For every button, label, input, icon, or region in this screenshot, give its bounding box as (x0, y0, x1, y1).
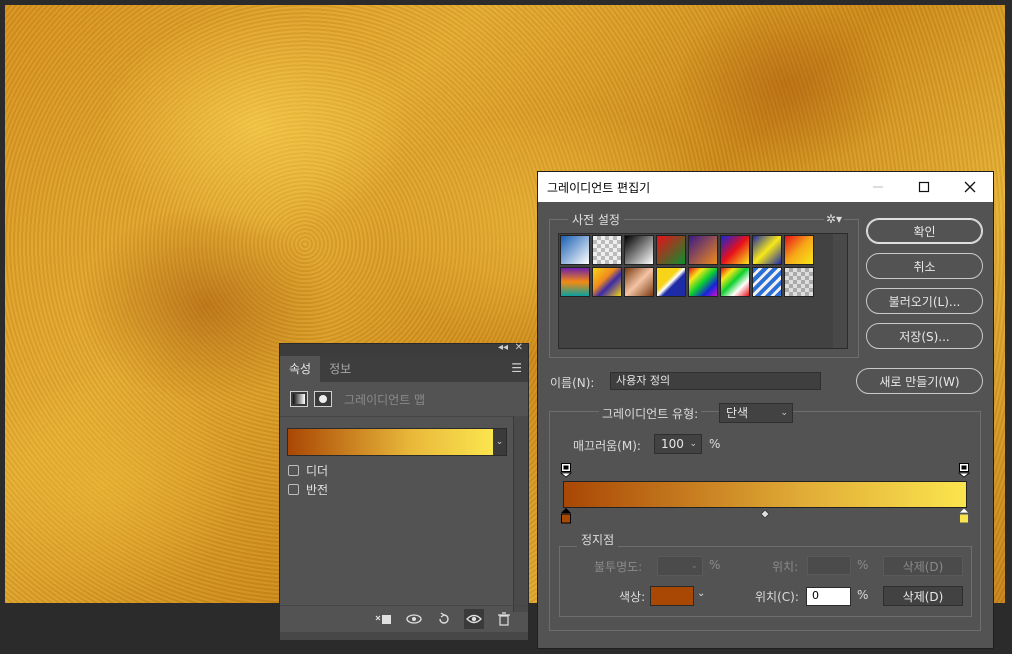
presets-scrollbar[interactable] (833, 234, 847, 348)
name-label: 이름(N): (550, 376, 595, 390)
view-previous-state-icon[interactable] (404, 609, 424, 629)
tab-info[interactable]: 정보 (320, 356, 360, 382)
opacity-label: 불투명도: (594, 560, 643, 574)
preset-swatch[interactable] (720, 267, 750, 297)
smoothness-label: 매끄러움(M): (573, 439, 641, 453)
preset-swatch[interactable] (784, 235, 814, 265)
opacity-select[interactable]: ⌄ (657, 556, 703, 576)
delete-opacity-stop-button[interactable]: 삭제(D) (883, 556, 963, 576)
preset-swatch[interactable] (784, 267, 814, 297)
panel-menu-icon[interactable]: ☰ (511, 362, 522, 374)
preset-swatch[interactable] (752, 235, 782, 265)
adjustment-header: 그레이디언트 맵 (280, 382, 528, 417)
presets-label: 사전 설정 (568, 211, 624, 228)
trash-icon[interactable] (494, 609, 514, 629)
opacity-location-percent: % (857, 558, 869, 572)
opacity-location-field[interactable] (807, 556, 851, 575)
preset-swatch[interactable] (720, 235, 750, 265)
gradient-type-label: 그레이디언트 유형: (599, 405, 702, 422)
name-field[interactable]: 사용자 정의 (610, 372, 821, 390)
gradient-preview[interactable] (288, 429, 493, 455)
panel-tabs: 속성 정보 ☰ (280, 356, 528, 382)
checkbox-box[interactable] (288, 484, 299, 495)
chevron-down-icon: ⌄ (689, 439, 697, 449)
checkbox-box[interactable] (288, 465, 299, 476)
color-swatch[interactable] (650, 586, 694, 606)
preset-swatch[interactable] (624, 235, 654, 265)
preset-swatch[interactable] (752, 267, 782, 297)
layer-mask-icon[interactable] (314, 391, 332, 407)
opacity-stop-right[interactable] (957, 462, 971, 481)
clip-to-layer-icon[interactable] (374, 609, 394, 629)
tab-properties[interactable]: 속성 (280, 356, 321, 382)
maximize-icon[interactable] (901, 172, 947, 202)
panel-resize-grip[interactable] (280, 632, 528, 640)
reverse-checkbox[interactable]: 반전 (288, 481, 328, 498)
cancel-button[interactable]: 취소 (866, 253, 983, 279)
save-button[interactable]: 저장(S)... (866, 323, 983, 349)
panel-footer (280, 605, 528, 631)
opacity-stop-left[interactable] (559, 462, 573, 481)
preset-swatch[interactable] (688, 267, 718, 297)
preset-swatch[interactable] (592, 235, 622, 265)
dither-checkbox[interactable]: 디더 (288, 462, 328, 479)
panel-scrollbar[interactable] (513, 416, 528, 612)
color-label: 색상: (619, 590, 646, 604)
gradient-type-value: 단색 (726, 406, 749, 420)
midpoint-diamond[interactable] (760, 507, 770, 521)
reset-icon[interactable] (434, 609, 454, 629)
adjustment-label: 그레이디언트 맵 (344, 392, 426, 407)
close-icon[interactable] (947, 172, 993, 202)
preset-swatch[interactable] (560, 267, 590, 297)
reverse-label: 반전 (306, 483, 329, 497)
ok-button[interactable]: 확인 (866, 218, 983, 244)
dialog-titlebar[interactable]: 그레이디언트 편집기 (538, 172, 993, 202)
gradient-map-icon (290, 391, 308, 407)
opacity-percent: % (709, 558, 721, 572)
chevron-down-icon: ⌄ (780, 408, 788, 418)
dialog-title: 그레이디언트 편집기 (547, 180, 651, 195)
gear-icon[interactable]: ✲▾ (823, 212, 844, 226)
panel-topbar: ◂◂ ✕ (280, 342, 528, 356)
smoothness-select[interactable]: 100 ⌄ (654, 434, 702, 454)
dither-label: 디더 (306, 464, 329, 478)
smoothness-value: 100 (661, 437, 684, 451)
minimize-icon[interactable] (855, 172, 901, 202)
preset-swatch[interactable] (592, 267, 622, 297)
gradient-bar[interactable] (563, 481, 967, 508)
load-button[interactable]: 불러오기(L)... (866, 288, 983, 314)
collapse-panel-icon[interactable]: ◂◂ (498, 342, 508, 353)
chevron-down-icon[interactable]: ⌄ (697, 588, 705, 599)
chevron-down-icon[interactable]: ⌄ (493, 429, 506, 455)
preset-swatch[interactable] (656, 235, 686, 265)
preset-swatch[interactable] (624, 267, 654, 297)
opacity-location-label: 위치: (772, 560, 799, 574)
close-icon[interactable]: ✕ (515, 342, 523, 353)
location-percent: % (857, 588, 869, 602)
location-label: 위치(C): (755, 590, 799, 604)
preset-swatch[interactable] (560, 235, 590, 265)
preset-swatch[interactable] (656, 267, 686, 297)
gradient-picker[interactable]: ⌄ (287, 428, 507, 456)
color-stop-right[interactable] (958, 507, 970, 527)
location-field[interactable]: 0 (806, 587, 851, 606)
gradient-type-select[interactable]: 단색 ⌄ (719, 403, 793, 423)
visibility-eye-icon[interactable] (464, 608, 484, 629)
color-stop-left[interactable] (560, 508, 572, 527)
properties-panel: ◂◂ ✕ 속성 정보 ☰ 그레이디언트 맵 ⌄ 디더 반전 (279, 342, 529, 641)
percent-label: % (709, 437, 721, 451)
stops-section-label: 정지점 (577, 531, 619, 548)
delete-color-stop-button[interactable]: 삭제(D) (883, 586, 963, 606)
chevron-down-icon: ⌄ (690, 561, 698, 571)
preset-swatch[interactable] (688, 235, 718, 265)
new-button[interactable]: 새로 만들기(W) (856, 368, 983, 394)
